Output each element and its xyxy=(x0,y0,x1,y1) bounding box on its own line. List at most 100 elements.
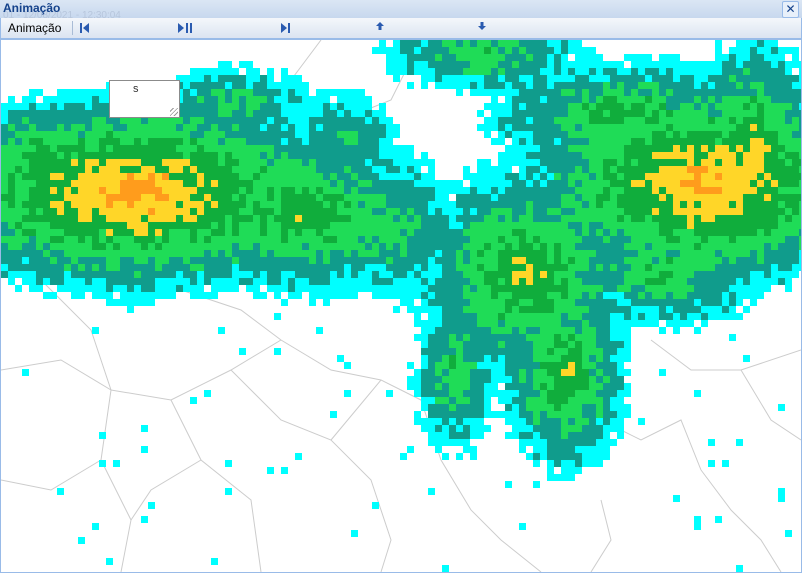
echo-cell xyxy=(729,236,736,243)
echo-cell xyxy=(589,243,596,250)
echo-cell xyxy=(414,376,421,383)
echo-cell xyxy=(407,61,414,68)
echo-cell xyxy=(729,61,736,68)
echo-cell xyxy=(274,152,281,159)
echo-cell xyxy=(743,159,750,166)
echo-cell xyxy=(729,243,736,250)
echo-cell xyxy=(757,96,764,103)
echo-cell xyxy=(673,110,680,117)
echo-cell xyxy=(666,313,673,320)
echo-cell xyxy=(512,131,519,138)
echo-cell xyxy=(85,96,92,103)
echo-cell xyxy=(330,264,337,271)
echo-cell xyxy=(29,145,36,152)
move-down-button[interactable] xyxy=(477,18,487,34)
echo-cell xyxy=(288,131,295,138)
echo-cell xyxy=(358,271,365,278)
echo-cell xyxy=(386,152,393,159)
close-button[interactable]: ✕ xyxy=(782,1,799,18)
echo-cell xyxy=(561,40,568,47)
echo-cell xyxy=(617,222,624,229)
echo-cell xyxy=(169,201,176,208)
echo-cell xyxy=(554,425,561,432)
echo-cell xyxy=(701,201,708,208)
echo-cell xyxy=(449,425,456,432)
echo-cell xyxy=(211,117,218,124)
echo-cell xyxy=(435,271,442,278)
echo-cell xyxy=(183,250,190,257)
echo-cell xyxy=(715,47,722,54)
echo-cell xyxy=(197,96,204,103)
echo-cell xyxy=(225,117,232,124)
move-up-button[interactable] xyxy=(375,18,385,34)
echo-cell xyxy=(92,145,99,152)
echo-cell xyxy=(526,285,533,292)
echo-cell xyxy=(638,159,645,166)
echo-cell xyxy=(22,243,29,250)
echo-cell xyxy=(435,411,442,418)
echo-cell xyxy=(309,278,316,285)
echo-cell xyxy=(477,180,484,187)
echo-cell xyxy=(526,278,533,285)
echo-cell xyxy=(617,131,624,138)
echo-cell xyxy=(652,103,659,110)
last-frame-button[interactable] xyxy=(279,20,291,36)
echo-cell xyxy=(169,194,176,201)
echo-cell xyxy=(512,390,519,397)
radar-map[interactable]: s xyxy=(0,39,802,573)
echo-cell xyxy=(715,264,722,271)
echo-cell xyxy=(638,243,645,250)
echo-cell xyxy=(610,215,617,222)
echo-cell xyxy=(512,47,519,54)
echo-cell xyxy=(666,103,673,110)
echo-cell xyxy=(288,250,295,257)
echo-cell xyxy=(603,103,610,110)
echo-cell xyxy=(645,313,652,320)
echo-cell xyxy=(85,166,92,173)
play-pause-button[interactable] xyxy=(177,20,193,36)
echo-cell xyxy=(211,131,218,138)
echo-cell xyxy=(778,173,785,180)
echo-cell xyxy=(309,285,316,292)
echo-cell xyxy=(190,75,197,82)
echo-cell xyxy=(281,194,288,201)
echo-cell xyxy=(561,271,568,278)
echo-cell xyxy=(92,138,99,145)
echo-cell xyxy=(442,313,449,320)
echo-cell xyxy=(71,264,78,271)
first-frame-button[interactable] xyxy=(79,20,91,36)
resize-grip[interactable] xyxy=(170,108,178,116)
echo-cell xyxy=(267,166,274,173)
echo-cell xyxy=(92,222,99,229)
echo-cell xyxy=(631,299,638,306)
echo-cell xyxy=(456,243,463,250)
echo-cell xyxy=(673,229,680,236)
echo-cell xyxy=(428,292,435,299)
echo-cell xyxy=(428,369,435,376)
echo-cell xyxy=(785,250,792,257)
echo-cell xyxy=(260,208,267,215)
echo-cell xyxy=(113,117,120,124)
echo-cell xyxy=(757,229,764,236)
echo-cell xyxy=(428,75,435,82)
echo-cell xyxy=(260,145,267,152)
echo-cell xyxy=(505,96,512,103)
echo-cell xyxy=(344,292,351,299)
echo-cell xyxy=(582,75,589,82)
echo-cell xyxy=(113,208,120,215)
echo-cell xyxy=(288,124,295,131)
echo-cell xyxy=(190,243,197,250)
echo-cell xyxy=(43,159,50,166)
echo-cell xyxy=(57,285,64,292)
echo-cell xyxy=(505,54,512,61)
echo-cell xyxy=(225,89,232,96)
echo-cell xyxy=(778,215,785,222)
echo-cell xyxy=(547,138,554,145)
echo-cell xyxy=(722,68,729,75)
echo-cell xyxy=(218,138,225,145)
echo-cell xyxy=(337,110,344,117)
echo-cell xyxy=(113,187,120,194)
echo-cell xyxy=(421,425,428,432)
echo-cell xyxy=(295,187,302,194)
echo-cell xyxy=(575,341,582,348)
